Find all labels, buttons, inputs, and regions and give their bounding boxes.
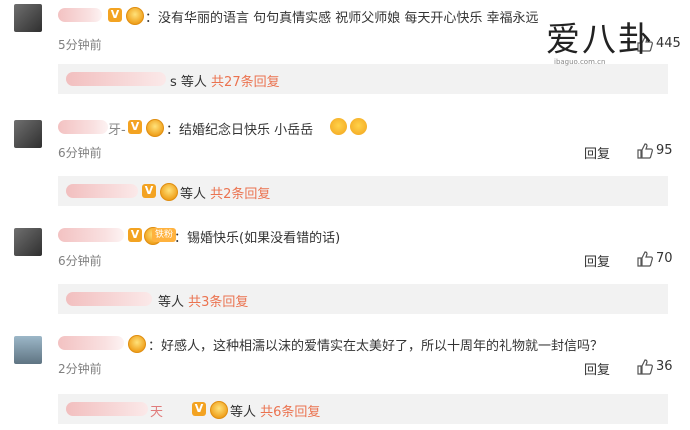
medal-icon	[210, 401, 228, 419]
watermark-chars: 爱八卦	[546, 20, 654, 60]
comment-time: 6分钟前	[58, 146, 102, 160]
reply-username-suffix: 天	[150, 405, 164, 420]
reply-summary[interactable]: s 等人 共27条回复	[170, 71, 280, 90]
emoji-icon	[330, 118, 347, 135]
medal-icon	[160, 183, 178, 201]
comment-4: ：好感人，这种相濡以沫的爱情实在太美好了，所以十周年的礼物就一封信吗？ 2分钟前…	[0, 324, 690, 430]
reply-button[interactable]: 回复	[584, 143, 610, 162]
sub-replies[interactable]: 天 V 等人 共6条回复	[58, 394, 668, 424]
medal-icon	[128, 335, 146, 353]
comment-text: ：好感人，这种相濡以沫的爱情实在太美好了，所以十周年的礼物就一封信吗？	[148, 339, 604, 354]
reply-summary-prefix: 等人	[230, 405, 261, 420]
username[interactable]	[58, 120, 108, 134]
sub-replies[interactable]: 等人 共3条回复	[58, 284, 668, 314]
reply-username[interactable]	[66, 292, 152, 306]
reply-summary[interactable]: 等人 共2条回复	[180, 183, 270, 202]
comment-time: 2分钟前	[58, 362, 102, 376]
thumbs-up-icon[interactable]	[636, 358, 654, 376]
reply-count[interactable]: 共6条回复	[260, 405, 320, 420]
comment-time: 5分钟前	[58, 38, 102, 52]
verified-badge: V	[128, 120, 142, 134]
comment-text: ：结婚纪念日快乐 小岳岳	[166, 123, 314, 138]
reply-count[interactable]: 共3条回复	[188, 295, 248, 310]
medal-icon	[126, 7, 144, 25]
like-count: 95	[656, 143, 673, 158]
like-count: 70	[656, 251, 673, 266]
watermark-site: ibaguo.com.cn	[554, 58, 606, 66]
username[interactable]	[58, 8, 102, 22]
username-suffix: 牙-	[108, 123, 126, 138]
verified-badge: V	[142, 184, 156, 198]
reply-summary[interactable]: 等人 共3条回复	[158, 291, 248, 310]
comment-text: ：没有华丽的语言 句句真情实感 祝师父师娘 每天开心快乐 幸福永远	[145, 11, 539, 26]
avatar[interactable]	[14, 120, 42, 148]
reply-summary[interactable]: 等人 共6条回复	[230, 401, 320, 420]
comment-time: 6分钟前	[58, 254, 102, 268]
comment-text: ：锡婚快乐(如果没看错的话)	[174, 231, 341, 246]
reply-username[interactable]	[66, 72, 166, 86]
verified-badge: V	[192, 402, 206, 416]
medal-icon	[146, 119, 164, 137]
username[interactable]	[58, 228, 124, 242]
verified-badge: V	[128, 228, 142, 242]
comment-3: V 铁粉 ：锡婚快乐(如果没看错的话) 6分钟前 回复 70 等人 共3条回复	[0, 216, 690, 316]
avatar[interactable]	[14, 336, 42, 364]
thumbs-up-icon[interactable]	[636, 142, 654, 160]
reply-summary-prefix: 等人	[180, 187, 211, 202]
reply-summary-prefix: s 等人	[170, 75, 212, 90]
reply-button[interactable]: 回复	[584, 251, 610, 270]
reply-username[interactable]	[66, 402, 148, 416]
reply-button[interactable]: 回复	[584, 359, 610, 378]
reply-summary-prefix: 等人	[158, 295, 189, 310]
reply-count[interactable]: 共27条回复	[211, 75, 280, 90]
avatar[interactable]	[14, 4, 42, 32]
thumbs-up-icon[interactable]	[636, 250, 654, 268]
sub-replies[interactable]: s 等人 共27条回复	[58, 64, 668, 94]
like-count: 36	[656, 359, 673, 374]
comment-2: 牙- V ：结婚纪念日快乐 小岳岳 6分钟前 回复 95 V 等人 共2条回复	[0, 108, 690, 208]
reply-username[interactable]	[66, 184, 138, 198]
fan-badge: 铁粉	[152, 228, 177, 242]
username[interactable]	[58, 336, 124, 350]
avatar[interactable]	[14, 228, 42, 256]
sub-replies[interactable]: V 等人 共2条回复	[58, 176, 668, 206]
reply-count[interactable]: 共2条回复	[210, 187, 270, 202]
verified-badge: V	[108, 8, 122, 22]
site-watermark-logo: 爱八卦 ibaguo.com.cn	[546, 20, 666, 68]
emoji-icon	[350, 118, 367, 135]
